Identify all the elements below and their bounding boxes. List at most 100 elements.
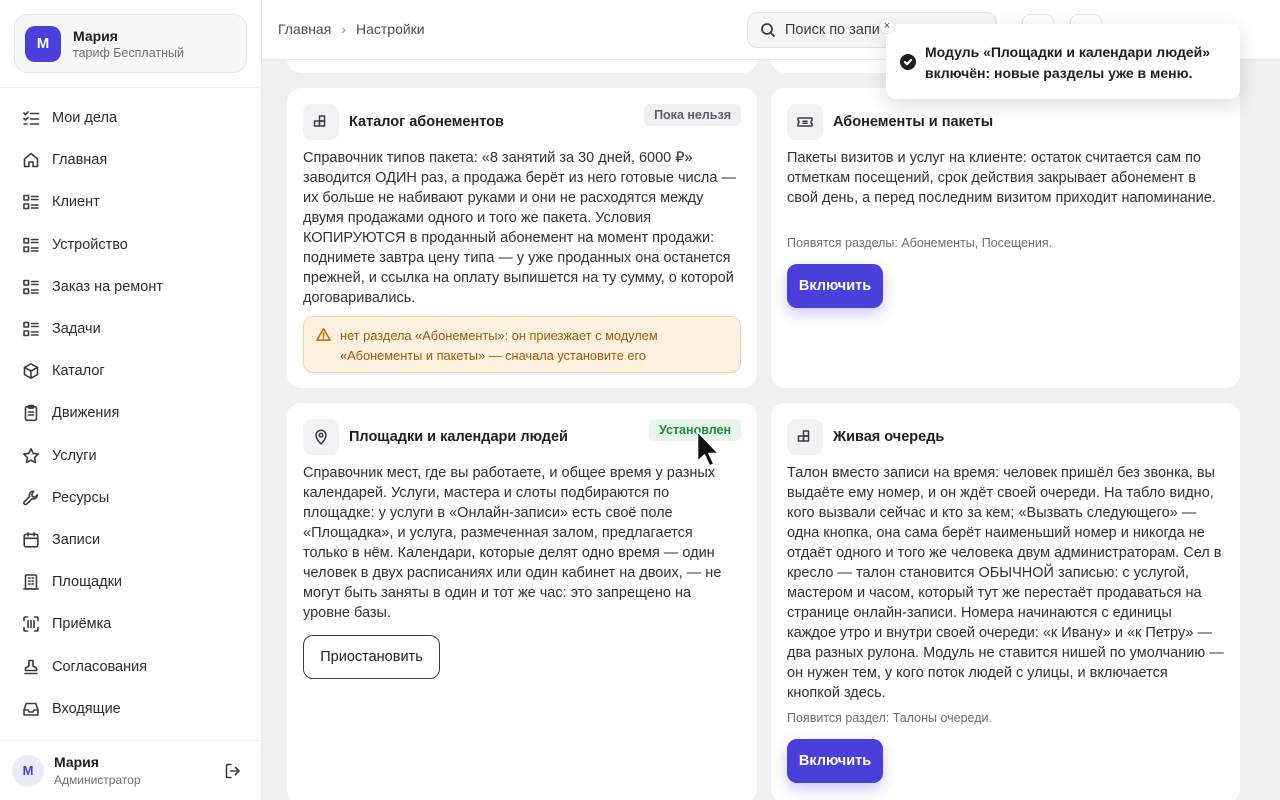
user-panel: М Мария Администратор <box>0 740 262 800</box>
sidebar-item-tasks[interactable]: Задачи <box>0 308 262 350</box>
module-icon <box>303 104 339 140</box>
sidebar-item-inbox[interactable]: Входящие <box>0 688 262 730</box>
account-name: Мария <box>73 27 118 44</box>
blocks-icon <box>797 430 810 442</box>
sidebar-item-venues[interactable]: Площадки <box>0 561 262 603</box>
account-plan: тариф Бесплатный <box>73 45 184 60</box>
list-icon <box>23 237 39 252</box>
list-icon <box>23 195 39 210</box>
sidebar-item-device[interactable]: Устройство <box>0 224 262 266</box>
sidebar-item-label: Услуги <box>52 447 97 464</box>
checklist-icon <box>23 111 40 125</box>
warning-icon <box>316 327 331 341</box>
status-badge: Установлен <box>649 419 741 441</box>
box-icon <box>23 363 39 380</box>
pause-button[interactable]: Приостановить <box>303 635 440 679</box>
breadcrumb-separator: › <box>341 21 346 37</box>
user-avatar: М <box>12 754 44 787</box>
sidebar-item-home[interactable]: Главная <box>0 139 262 181</box>
list-icon <box>23 321 39 337</box>
scan-icon <box>23 616 39 633</box>
enable-button[interactable]: Включить <box>787 739 883 783</box>
search-icon <box>761 23 776 38</box>
status-badge: Пока нельзя <box>644 104 741 126</box>
sidebar-item-label: Устройство <box>52 236 128 253</box>
sidebar-item-label: Записи <box>52 531 101 548</box>
module-icon <box>787 419 823 455</box>
calendar-icon <box>23 531 39 548</box>
sidebar-item-label: Ресурсы <box>52 489 110 506</box>
mouse-cursor-icon <box>696 430 720 467</box>
sidebar-item-label: Каталог <box>52 363 105 380</box>
settings-modules: Каталог абонементов Пока нельзя Справочн… <box>262 60 1280 800</box>
logout-button[interactable] <box>224 762 242 780</box>
module-title: Площадки и календари людей <box>349 429 568 445</box>
module-card-venues: Площадки и календари людей Установлен Сп… <box>287 403 757 800</box>
sidebar-item-label: Приёмка <box>52 616 112 633</box>
inbox-icon <box>23 702 39 716</box>
sidebar-item-label: Согласования <box>52 658 148 675</box>
sidebar-item-label: Заказ на ремонт <box>52 278 163 295</box>
location-pin-icon <box>315 429 327 445</box>
module-icon <box>787 104 823 140</box>
module-card-partial <box>287 60 757 73</box>
module-card-live-queue: Живая очередь Талон вместо записи на вре… <box>771 403 1240 800</box>
account-switcher[interactable]: М Мария тариф Бесплатный <box>14 14 247 73</box>
module-icon <box>303 419 339 455</box>
toast-message: Модуль «Площадки и календари людей» вклю… <box>925 44 1211 81</box>
sidebar-divider <box>0 87 262 88</box>
enable-button[interactable]: Включить <box>787 264 883 308</box>
check-circle-icon <box>900 54 916 70</box>
stamp-icon <box>24 659 38 674</box>
blocks-icon <box>313 115 326 127</box>
module-description: Справочник типов пакета: «8 занятий за 3… <box>303 150 736 306</box>
module-card-subscription-catalog: Каталог абонементов Пока нельзя Справочн… <box>287 88 757 388</box>
building-icon <box>23 574 39 590</box>
logout-icon <box>225 763 240 779</box>
module-title: Живая очередь <box>833 429 945 445</box>
sidebar-item-intake[interactable]: Приёмка <box>0 603 262 645</box>
list-icon <box>23 279 39 295</box>
module-title: Каталог абонементов <box>349 114 504 130</box>
home-icon <box>23 152 39 168</box>
user-name: Мария <box>54 754 99 770</box>
sidebar-item-movements[interactable]: Движения <box>0 392 262 434</box>
success-toast: × Модуль «Площадки и календари людей» вк… <box>879 18 1240 99</box>
sidebar: М Мария тариф Бесплатный Мои дела Главна… <box>0 0 262 800</box>
sidebar-item-client[interactable]: Клиент <box>0 181 262 223</box>
module-card-subscriptions: Абонементы и пакеты Пакеты визитов и усл… <box>771 88 1240 388</box>
breadcrumb-current: Настройки <box>355 21 425 37</box>
breadcrumb: Главная › Настройки <box>278 21 425 37</box>
sidebar-item-label: Задачи <box>52 321 101 338</box>
sidebar-item-label: Клиент <box>52 194 100 211</box>
sidebar-item-repair-order[interactable]: Заказ на ремонт <box>0 266 262 308</box>
toast-close-button[interactable]: × <box>879 18 895 34</box>
module-title: Абонементы и пакеты <box>833 114 994 130</box>
sidebar-item-label: Мои дела <box>52 110 118 127</box>
breadcrumb-home-link[interactable]: Главная <box>278 21 331 37</box>
dependency-warning-text: нет раздела «Абонементы»: он приезжает с… <box>340 328 658 363</box>
sidebar-nav: Мои дела Главная Клиент Устройство Заказ… <box>0 97 262 730</box>
sidebar-item-my-tasks[interactable]: Мои дела <box>0 97 262 139</box>
sidebar-item-label: Главная <box>52 152 108 169</box>
star-icon <box>23 447 39 463</box>
clipboard-icon <box>24 405 38 422</box>
sidebar-item-services[interactable]: Услуги <box>0 435 262 477</box>
sidebar-item-resources[interactable]: Ресурсы <box>0 477 262 519</box>
user-role: Администратор <box>54 773 141 787</box>
module-sections-note: Появится раздел: Талоны очереди. <box>787 711 992 725</box>
module-description: Талон вместо записи на время: человек пр… <box>787 465 1224 701</box>
sidebar-item-label: Входящие <box>52 700 121 717</box>
module-sections-note: Появятся разделы: Абонементы, Посещения. <box>787 236 1053 250</box>
sidebar-item-label: Площадки <box>52 574 123 591</box>
sidebar-item-label: Движения <box>52 405 120 422</box>
dependency-warning: нет раздела «Абонементы»: он приезжает с… <box>303 316 741 373</box>
sidebar-item-approvals[interactable]: Согласования <box>0 645 262 687</box>
sidebar-item-bookings[interactable]: Записи <box>0 519 262 561</box>
sidebar-item-catalog[interactable]: Каталог <box>0 350 262 392</box>
module-description: Справочник мест, где вы работаете, и общ… <box>303 465 722 621</box>
wrench-icon <box>23 490 38 506</box>
module-description: Пакеты визитов и услуг на клиенте: остат… <box>787 150 1216 206</box>
account-avatar: М <box>25 25 61 62</box>
ticket-icon <box>797 117 813 127</box>
